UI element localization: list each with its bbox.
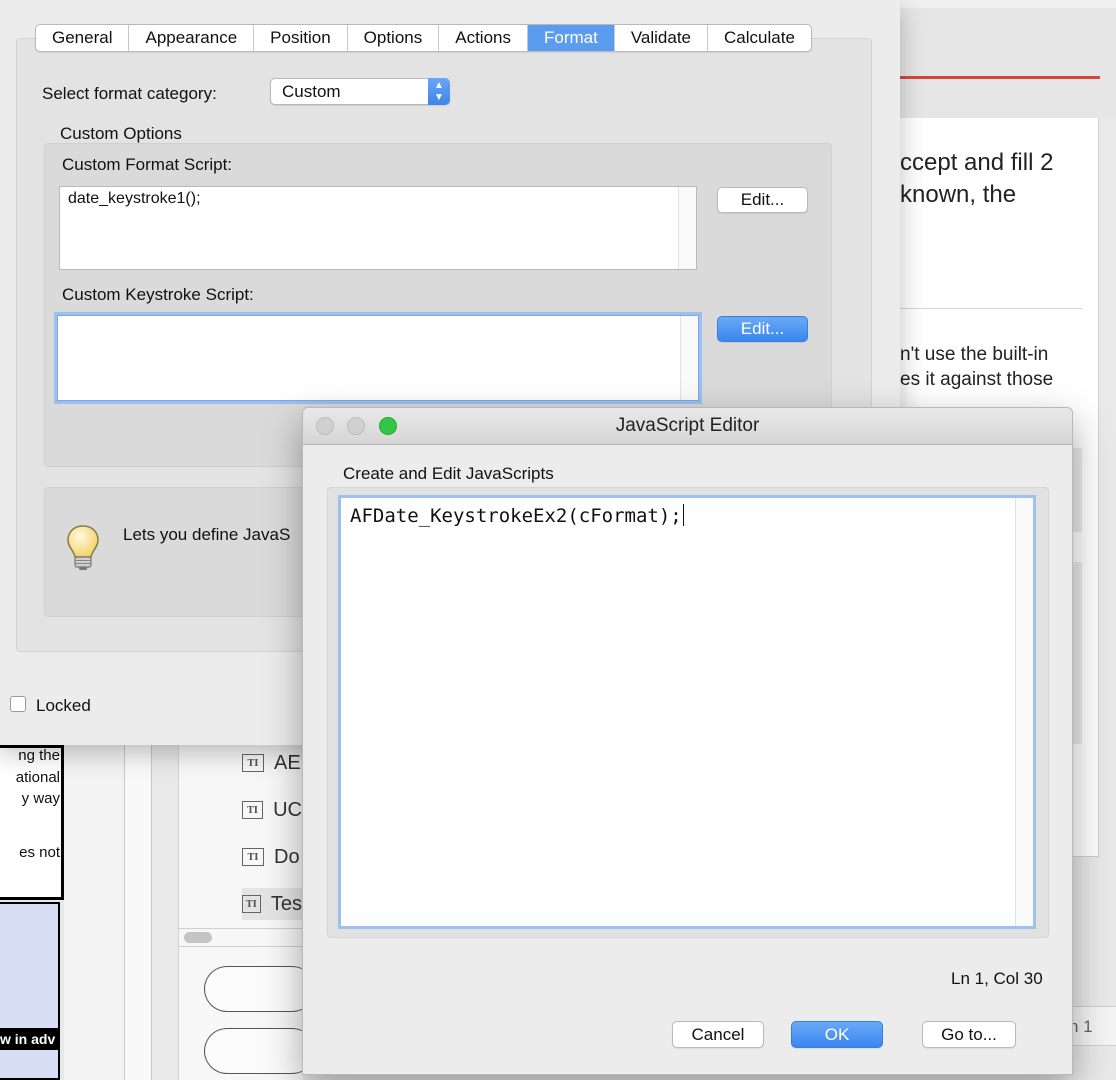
field-list-item-label: Tes bbox=[270, 892, 302, 915]
locked-label: Locked bbox=[36, 696, 91, 715]
window-title: JavaScript Editor bbox=[615, 415, 760, 436]
cursor-position: Ln 1, Col 30 bbox=[951, 969, 1043, 988]
background-strip bbox=[900, 0, 1116, 8]
chevron-updown-icon: ▲ ▼ bbox=[428, 78, 450, 105]
cancel-button[interactable]: Cancel bbox=[672, 1021, 764, 1048]
tab-bar: General Appearance Position Options Acti… bbox=[35, 24, 812, 52]
ok-button[interactable]: OK bbox=[791, 1021, 883, 1048]
pdf-text-line: y way bbox=[21, 790, 60, 807]
javascript-code-editor[interactable]: AFDate_KeystrokeEx2(cFormat); bbox=[338, 495, 1036, 929]
tab-format[interactable]: Format bbox=[528, 25, 615, 51]
tab-position[interactable]: Position bbox=[254, 25, 348, 51]
format-script-field[interactable]: date_keystroke1(); bbox=[59, 186, 697, 270]
field-list-item-selected[interactable]: TI Tes bbox=[242, 888, 302, 920]
go-to-button[interactable]: Go to... bbox=[922, 1021, 1016, 1048]
pill-button[interactable] bbox=[204, 1028, 315, 1074]
document-divider bbox=[900, 308, 1082, 309]
text-field-icon: TI bbox=[242, 754, 264, 772]
document-accent-line bbox=[900, 76, 1100, 79]
panel-column bbox=[124, 745, 152, 1080]
text-field-icon: TI bbox=[242, 895, 261, 913]
pdf-text-line: ng the bbox=[18, 747, 60, 764]
document-paragraph-1: ccept and fill 2 known, the bbox=[900, 147, 1100, 211]
format-script-text: date_keystroke1(); bbox=[68, 190, 201, 207]
custom-options-label: Custom Options bbox=[60, 124, 182, 143]
title-bar[interactable]: JavaScript Editor bbox=[303, 408, 1072, 445]
pdf-text-line: es not bbox=[19, 843, 60, 861]
format-category-label: Select format category: bbox=[42, 84, 217, 103]
field-list-item[interactable]: TI UC bbox=[242, 794, 302, 826]
format-category-value: Custom bbox=[282, 82, 341, 101]
info-text: Lets you define JavaS bbox=[123, 525, 291, 544]
keystroke-script-field[interactable] bbox=[57, 315, 699, 401]
pill-button[interactable] bbox=[204, 966, 315, 1012]
document-paragraph-2: n't use the built-in es it against those bbox=[900, 342, 1100, 392]
edit-keystroke-script-button[interactable]: Edit... bbox=[717, 316, 808, 342]
canvas-gutter bbox=[64, 745, 124, 1080]
field-list-item-label: Do bbox=[274, 845, 300, 868]
format-category-select[interactable]: Custom ▲ ▼ bbox=[270, 78, 450, 105]
editor-group-label: Create and Edit JavaScripts bbox=[343, 464, 554, 483]
text-field-icon: TI bbox=[242, 801, 264, 819]
edit-format-script-button[interactable]: Edit... bbox=[717, 187, 808, 213]
panel-divider bbox=[178, 946, 302, 947]
pdf-text-line: ational bbox=[15, 768, 60, 786]
tab-options[interactable]: Options bbox=[348, 25, 440, 51]
field-list-item[interactable]: TI AE bbox=[242, 747, 302, 779]
pdf-text-line bbox=[0, 810, 60, 842]
document-line: es it against those bbox=[900, 369, 1054, 390]
field-list-item-label: UC bbox=[273, 798, 302, 821]
tab-appearance[interactable]: Appearance bbox=[129, 25, 255, 51]
field-list-item-label: AE bbox=[274, 751, 301, 774]
keystroke-script-label: Custom Keystroke Script: bbox=[62, 285, 254, 304]
pdf-page-text: ng the ational y way es not bbox=[0, 745, 60, 863]
code-line: AFDate_KeystrokeEx2(cFormat); bbox=[350, 505, 682, 527]
lightbulb-icon bbox=[66, 524, 100, 577]
tab-general[interactable]: General bbox=[36, 25, 130, 51]
text-field-icon: TI bbox=[242, 848, 264, 866]
document-line: n't use the built-in bbox=[900, 344, 1049, 365]
locked-checkbox[interactable] bbox=[10, 696, 26, 712]
javascript-editor-dialog: JavaScript Editor Create and Edit JavaSc… bbox=[302, 407, 1073, 1075]
vertical-scrollbar[interactable] bbox=[680, 316, 698, 400]
pdf-form-label: w in adv bbox=[0, 1028, 58, 1050]
panel-divider bbox=[178, 928, 302, 929]
tab-validate[interactable]: Validate bbox=[615, 25, 709, 51]
vertical-scrollbar[interactable] bbox=[1015, 498, 1033, 926]
format-script-label: Custom Format Script: bbox=[62, 155, 233, 174]
pdf-form-field-highlight bbox=[0, 902, 60, 1080]
horizontal-scrollbar[interactable] bbox=[184, 932, 212, 943]
code-text: AFDate_KeystrokeEx2(cFormat); bbox=[350, 504, 684, 527]
tab-calculate[interactable]: Calculate bbox=[708, 25, 811, 51]
text-caret bbox=[682, 504, 684, 526]
document-line: ccept and fill 2 bbox=[900, 149, 1054, 176]
field-list-item[interactable]: TI Do bbox=[242, 841, 302, 873]
vertical-scrollbar[interactable] bbox=[678, 187, 696, 269]
document-line: known, the bbox=[900, 181, 1017, 208]
tab-actions[interactable]: Actions bbox=[439, 25, 528, 51]
background-toolbar bbox=[900, 8, 1116, 118]
